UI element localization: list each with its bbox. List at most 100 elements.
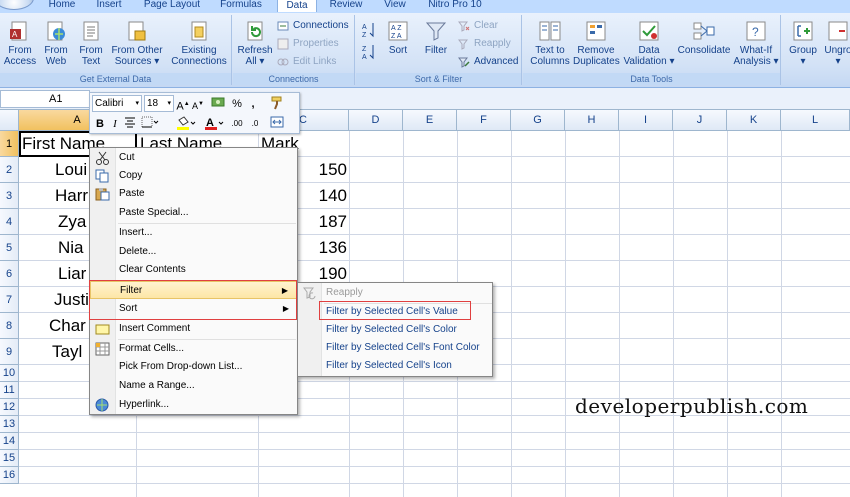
- tab-insert[interactable]: Insert: [92, 0, 126, 12]
- menu-item-insert[interactable]: Insert...: [90, 224, 297, 242]
- ungroup-button[interactable]: Ungro ▾: [822, 19, 850, 67]
- from-access-button[interactable]: A From Access: [3, 19, 37, 67]
- column-header-g[interactable]: G: [511, 110, 565, 131]
- column-header-d[interactable]: D: [349, 110, 403, 131]
- cell-c5[interactable]: 136: [300, 236, 347, 260]
- font-color-icon[interactable]: A: [203, 116, 225, 132]
- column-header-h[interactable]: H: [565, 110, 619, 131]
- advanced-filter-button[interactable]: Advanced: [458, 55, 518, 69]
- format-painter-icon[interactable]: [266, 96, 288, 112]
- row-header-13[interactable]: 13: [0, 416, 19, 433]
- tab-page-layout[interactable]: Page Layout: [142, 0, 202, 12]
- row-header-10[interactable]: 10: [0, 365, 19, 382]
- text-to-columns-button[interactable]: Text to Columns: [529, 19, 571, 67]
- column-header-k[interactable]: K: [727, 110, 781, 131]
- group-label-sort-filter: Sort & Filter: [356, 73, 521, 85]
- tab-formulas[interactable]: Formulas: [218, 0, 264, 12]
- cell-c2[interactable]: 150: [300, 158, 347, 182]
- row-header-5[interactable]: 5: [0, 235, 19, 261]
- name-box[interactable]: A1: [0, 90, 90, 108]
- row-header-6[interactable]: 6: [0, 261, 19, 287]
- tab-data[interactable]: Data: [277, 0, 317, 12]
- from-other-sources-button[interactable]: From Other Sources ▾: [108, 19, 166, 67]
- existing-connections-button[interactable]: Existing Connections: [168, 19, 230, 67]
- refresh-all-button[interactable]: Refresh All ▾: [235, 19, 275, 67]
- comma-style-icon[interactable]: ,: [246, 96, 260, 112]
- row-header-16[interactable]: 16: [0, 467, 19, 484]
- merge-center-icon[interactable]: [270, 116, 284, 132]
- tab-view[interactable]: View: [380, 0, 410, 12]
- sort-az-button[interactable]: AZ: [360, 21, 380, 42]
- menu-item-delete[interactable]: Delete...: [90, 243, 297, 261]
- menu-item-copy[interactable]: Copy: [90, 167, 297, 185]
- column-header-i[interactable]: I: [619, 110, 673, 131]
- office-button[interactable]: [0, 0, 34, 10]
- grow-font-icon[interactable]: A▲: [176, 96, 190, 113]
- from-web-button[interactable]: From Web: [40, 19, 72, 67]
- from-text-button[interactable]: From Text: [75, 19, 107, 67]
- menu-item-paste-special[interactable]: Paste Special...: [90, 204, 297, 222]
- row-header-12[interactable]: 12: [0, 399, 19, 416]
- italic-icon[interactable]: I: [108, 116, 122, 132]
- sort-button[interactable]: A ZZ A Sort: [382, 19, 414, 56]
- borders-icon[interactable]: [140, 116, 160, 132]
- column-header-l[interactable]: L: [781, 110, 850, 131]
- increase-decimal-icon[interactable]: .00: [230, 116, 244, 132]
- filter-button[interactable]: Filter: [420, 19, 452, 56]
- decrease-decimal-icon[interactable]: .0: [248, 116, 262, 132]
- menu-item-cut[interactable]: Cut: [90, 149, 297, 167]
- data-validation-button[interactable]: Data Validation ▾: [621, 19, 677, 67]
- remove-duplicates-button[interactable]: Remove Duplicates: [573, 19, 620, 67]
- tab-review[interactable]: Review: [327, 0, 365, 12]
- row-header-3[interactable]: 3: [0, 183, 19, 209]
- font-name-box[interactable]: Calibri ▾: [92, 95, 142, 112]
- row-header-2[interactable]: 2: [0, 157, 19, 183]
- row-header-11[interactable]: 11: [0, 382, 19, 399]
- submenu-item-filter-by-color[interactable]: Filter by Selected Cell's Color: [298, 321, 492, 339]
- menu-item-hyperlink[interactable]: Hyperlink...: [90, 396, 297, 414]
- tab-nitro-pro[interactable]: Nitro Pro 10: [425, 0, 485, 12]
- svg-text:Z A: Z A: [391, 33, 402, 40]
- center-align-icon[interactable]: [123, 116, 137, 132]
- connections-button[interactable]: Connections: [277, 19, 349, 33]
- submenu-item-filter-by-icon[interactable]: Filter by Selected Cell's Icon: [298, 357, 492, 375]
- consolidate-button[interactable]: Consolidate: [677, 19, 731, 56]
- clear-filter-button[interactable]: Clear: [458, 19, 498, 33]
- properties-button[interactable]: Properties: [277, 37, 339, 51]
- font-size-box[interactable]: 18 ▾: [144, 95, 174, 112]
- shrink-font-icon[interactable]: A▼: [191, 96, 205, 112]
- column-header-e[interactable]: E: [403, 110, 457, 131]
- what-if-analysis-button[interactable]: ? What-If Analysis ▾: [733, 19, 779, 67]
- menu-item-clear-contents[interactable]: Clear Contents: [90, 261, 297, 279]
- reapply-button[interactable]: Reapply: [458, 37, 511, 51]
- column-header-f[interactable]: F: [457, 110, 511, 131]
- cell-c3[interactable]: 140: [300, 184, 347, 208]
- menu-item-paste[interactable]: Paste: [90, 185, 297, 203]
- row-header-15[interactable]: 15: [0, 450, 19, 467]
- submenu-item-reapply[interactable]: Reapply: [298, 284, 492, 302]
- menu-item-pick-from-dropdown[interactable]: Pick From Drop-down List...: [90, 358, 297, 376]
- row-header-1[interactable]: 1: [0, 131, 19, 157]
- accounting-format-icon[interactable]: [207, 96, 229, 112]
- fill-color-icon[interactable]: [175, 116, 197, 132]
- menu-item-insert-comment[interactable]: Insert Comment: [90, 320, 297, 338]
- percent-style-icon[interactable]: %: [230, 96, 244, 112]
- bold-icon[interactable]: B: [93, 116, 107, 132]
- row-header-8[interactable]: 8: [0, 313, 19, 339]
- menu-item-format-cells[interactable]: Format Cells...: [90, 340, 297, 358]
- edit-links-button[interactable]: Edit Links: [277, 55, 336, 69]
- tab-home[interactable]: Home: [47, 0, 77, 12]
- svg-text:?: ?: [752, 25, 759, 39]
- cell-c4[interactable]: 187: [300, 210, 347, 234]
- submenu-item-filter-by-font-color[interactable]: Filter by Selected Cell's Font Color: [298, 339, 492, 357]
- row-header-4[interactable]: 4: [0, 209, 19, 235]
- sort-za-button[interactable]: ZA: [360, 43, 380, 64]
- row-header-7[interactable]: 7: [0, 287, 19, 313]
- merge-cells-icon: [270, 116, 284, 128]
- row-header-14[interactable]: 14: [0, 433, 19, 450]
- group-button[interactable]: Group ▾: [786, 19, 820, 67]
- menu-item-name-a-range[interactable]: Name a Range...: [90, 377, 297, 395]
- column-header-j[interactable]: J: [673, 110, 727, 131]
- select-all-corner[interactable]: [0, 110, 19, 131]
- row-header-9[interactable]: 9: [0, 339, 19, 365]
